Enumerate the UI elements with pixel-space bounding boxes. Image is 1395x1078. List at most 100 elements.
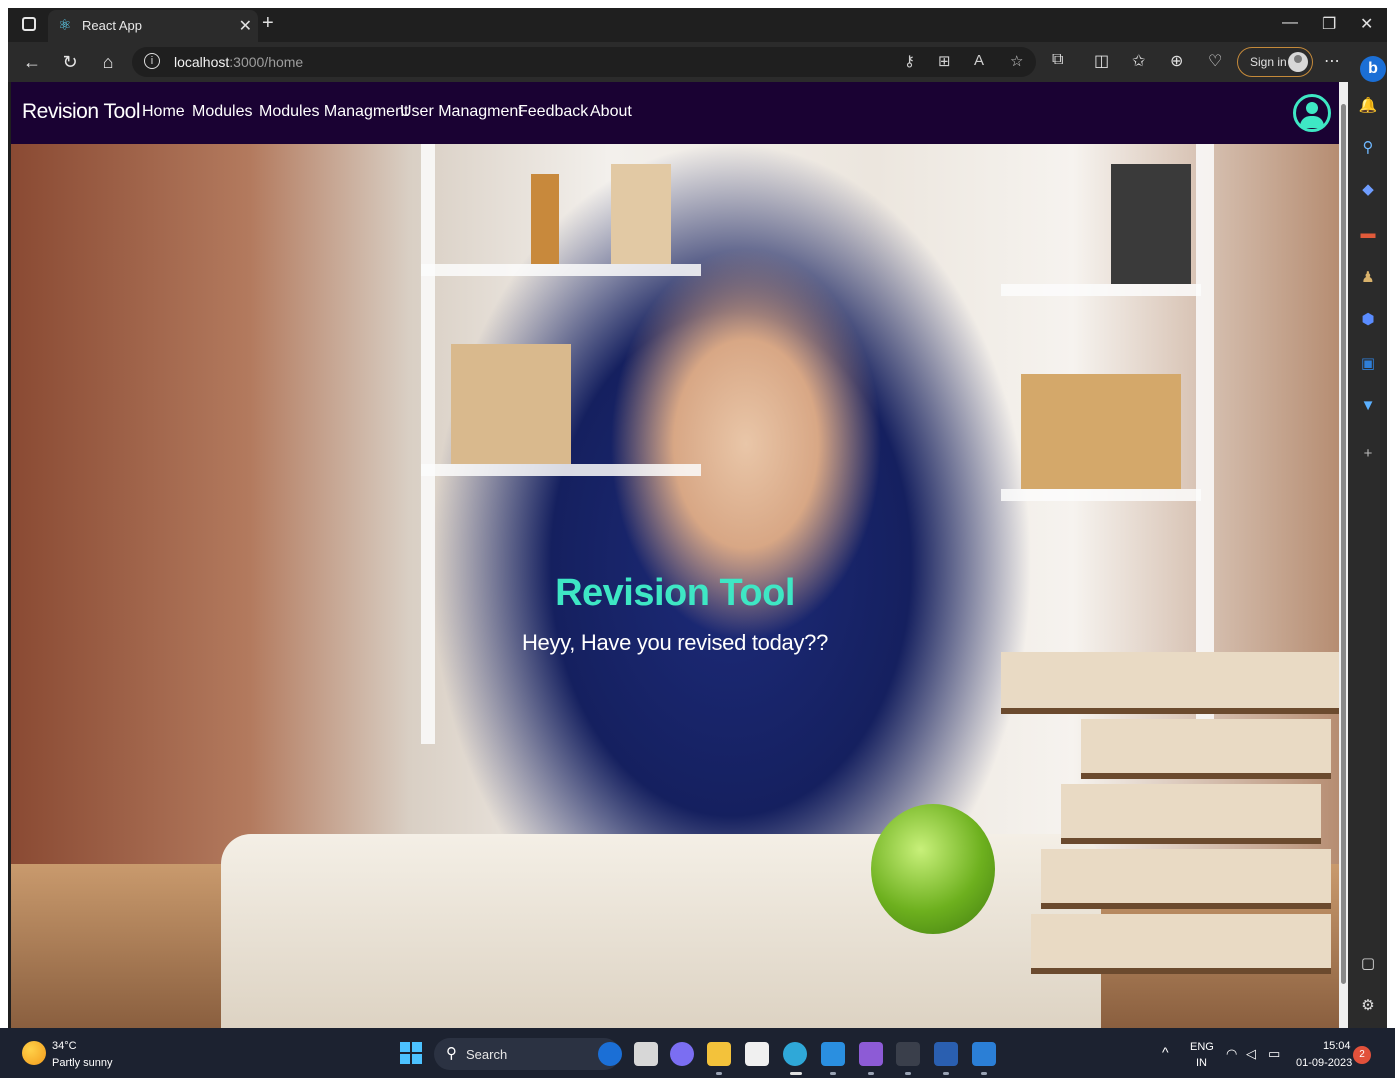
running-indicator — [905, 1072, 911, 1075]
favorite-star-icon[interactable]: ☆ — [1010, 52, 1023, 70]
windows-start-icon[interactable] — [400, 1042, 422, 1064]
nav-modules-management[interactable]: Modules Managment — [259, 103, 408, 121]
weather-icon[interactable] — [22, 1041, 46, 1065]
task-view-icon[interactable] — [634, 1042, 658, 1066]
search-icon: ⚲ — [446, 1045, 457, 1062]
address-bar[interactable]: i localhost:3000/home ⚷ ⊞ A ☆ — [132, 47, 1036, 77]
book-stack — [1081, 719, 1331, 779]
running-indicator — [981, 1072, 987, 1075]
weather-description[interactable]: Partly sunny — [52, 1057, 113, 1069]
weather-temperature[interactable]: 34°C — [52, 1040, 77, 1052]
new-tab-icon[interactable]: + — [262, 12, 274, 35]
running-indicator — [943, 1072, 949, 1075]
favorites-icon[interactable]: ✩ — [1132, 51, 1145, 71]
clock-time[interactable]: 15:04 — [1323, 1040, 1351, 1052]
language-indicator[interactable]: ENG — [1190, 1041, 1214, 1053]
edge-browser-icon[interactable] — [783, 1042, 807, 1066]
teams-chat-icon[interactable] — [670, 1042, 694, 1066]
running-indicator — [716, 1072, 722, 1075]
bookshelf-board — [1001, 284, 1201, 296]
wifi-icon[interactable]: ◠ — [1226, 1046, 1237, 1062]
sign-in-button[interactable]: Sign in — [1237, 47, 1313, 77]
windows-taskbar: 34°C Partly sunny ⚲ Search ^ ENG IN ◠ ◁ … — [0, 1028, 1395, 1078]
extensions-icon[interactable]: ⧉ — [1052, 51, 1063, 69]
site-info-icon[interactable]: i — [144, 53, 160, 69]
file-explorer-icon[interactable] — [707, 1042, 731, 1066]
address-bar-row: ← ↻ ⌂ i localhost:3000/home ⚷ ⊞ A ☆ ⧉ ◫ … — [8, 42, 1387, 82]
shelf-book — [451, 344, 571, 464]
page-viewport: Revision Tool Home Modules Modules Manag… — [11, 82, 1339, 1028]
settings-gear-icon[interactable]: ⚙ — [1358, 996, 1378, 1016]
split-screen-icon[interactable]: ◫ — [1094, 51, 1109, 71]
close-window-icon[interactable]: ✕ — [1360, 14, 1373, 34]
minimize-icon[interactable]: — — [1282, 14, 1298, 32]
browser-essentials-icon[interactable]: ♡ — [1208, 51, 1222, 71]
brand-logo[interactable]: Revision Tool — [22, 100, 141, 124]
shelf-book — [1021, 374, 1181, 489]
read-aloud-icon[interactable]: A — [974, 52, 984, 69]
nav-modules[interactable]: Modules — [192, 103, 252, 121]
visual-studio-icon[interactable] — [859, 1042, 883, 1066]
outlook-icon[interactable]: ▣ — [1358, 354, 1378, 374]
snipping-tool-icon[interactable] — [934, 1042, 958, 1066]
browser-window: ⚛ React App ✕ + — ❐ ✕ ← ↻ ⌂ i localhost:… — [8, 8, 1387, 1028]
volume-icon[interactable]: ◁ — [1246, 1046, 1256, 1062]
home-icon[interactable]: ⌂ — [96, 50, 120, 74]
shopping-tag-icon[interactable]: ◆ — [1358, 180, 1378, 200]
tab-title: React App — [82, 18, 142, 33]
refresh-icon[interactable]: ↻ — [58, 50, 82, 74]
bookshelf-board — [421, 264, 701, 276]
apps-icon[interactable]: ⊞ — [938, 52, 951, 70]
nav-about[interactable]: About — [590, 103, 632, 121]
edge-sidebar: 🔔 ⚲ ◆ ▬ ♟ ⬢ ▣ ▼ + ▢ ⚙ — [1348, 82, 1387, 1028]
notepad-icon[interactable] — [972, 1042, 996, 1066]
microsoft-store-icon[interactable] — [745, 1042, 769, 1066]
more-options-icon[interactable]: ⋯ — [1324, 51, 1340, 71]
copilot-icon[interactable]: b — [1360, 56, 1386, 82]
shelf-book — [531, 174, 559, 264]
nav-feedback[interactable]: Feedback — [518, 103, 588, 121]
sidebar-panel-icon[interactable]: ▢ — [1358, 954, 1378, 974]
search-label: Search — [466, 1047, 508, 1062]
running-indicator — [830, 1072, 836, 1075]
tab-strip: ⚛ React App ✕ + — ❐ ✕ — [8, 8, 1387, 42]
region-indicator[interactable]: IN — [1196, 1057, 1207, 1069]
collections-icon[interactable]: ⊕ — [1170, 51, 1183, 71]
key-icon[interactable]: ⚷ — [904, 52, 915, 70]
book-stack — [1061, 784, 1321, 844]
page-scrollbar[interactable] — [1339, 82, 1348, 1028]
terminal-icon[interactable] — [896, 1042, 920, 1066]
react-logo-icon: ⚛ — [58, 17, 72, 34]
book-stack — [1031, 914, 1331, 974]
bookshelf-board — [1001, 489, 1201, 501]
tab-actions-icon[interactable] — [22, 17, 36, 31]
add-icon[interactable]: + — [1358, 444, 1378, 464]
notification-badge[interactable]: 2 — [1353, 1046, 1371, 1064]
microsoft-365-icon[interactable]: ⬢ — [1358, 310, 1378, 330]
browser-tab[interactable]: ⚛ React App ✕ — [48, 10, 258, 42]
games-icon[interactable]: ♟ — [1358, 268, 1378, 288]
app-navbar: Revision Tool Home Modules Modules Manag… — [11, 82, 1339, 144]
tools-icon[interactable]: ▬ — [1358, 224, 1378, 244]
shelf-book — [1111, 164, 1191, 284]
clock-date[interactable]: 01-09-2023 — [1296, 1057, 1352, 1069]
scrollbar-thumb[interactable] — [1341, 104, 1346, 984]
bing-chat-icon[interactable] — [598, 1042, 622, 1066]
user-profile-icon[interactable] — [1293, 94, 1331, 132]
tab-close-icon[interactable]: ✕ — [239, 16, 252, 36]
search-icon[interactable]: ⚲ — [1358, 138, 1378, 158]
drop-icon[interactable]: ▼ — [1358, 396, 1378, 416]
hero-title: Revision Tool — [555, 572, 795, 614]
bell-icon[interactable]: 🔔 — [1358, 96, 1378, 116]
bookshelf-board — [421, 464, 701, 476]
nav-home[interactable]: Home — [142, 103, 185, 121]
nav-user-management[interactable]: User Managment — [400, 103, 523, 121]
url-text[interactable]: localhost:3000/home — [174, 54, 303, 70]
taskbar-search[interactable]: ⚲ Search — [434, 1038, 620, 1070]
back-icon[interactable]: ← — [20, 50, 44, 74]
show-hidden-icons-icon[interactable]: ^ — [1162, 1044, 1169, 1060]
profile-avatar-icon — [1288, 52, 1308, 72]
restore-icon[interactable]: ❐ — [1322, 14, 1336, 34]
battery-icon[interactable]: ▭ — [1268, 1046, 1280, 1062]
vscode-icon[interactable] — [821, 1042, 845, 1066]
